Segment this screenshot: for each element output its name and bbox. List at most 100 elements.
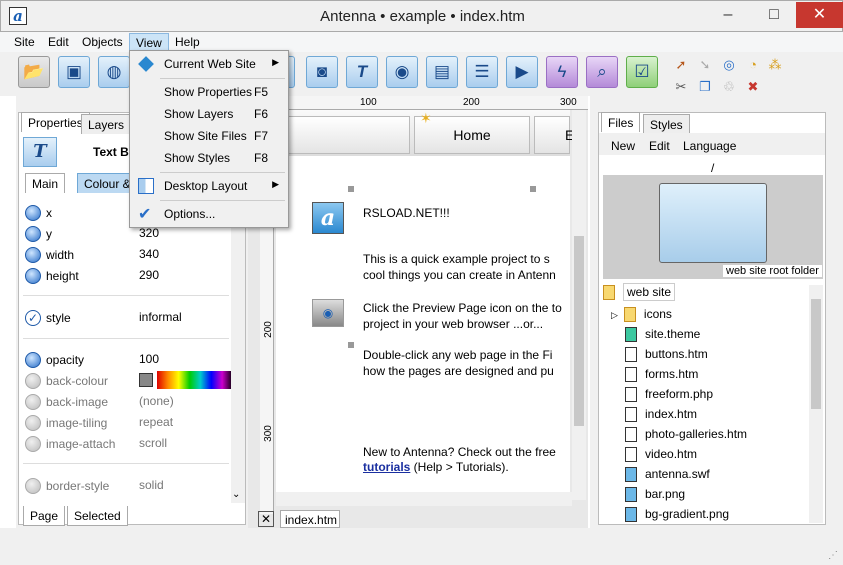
file-name: antenna.swf [645, 467, 710, 481]
tab-files[interactable]: Files [601, 112, 641, 132]
menu-edit[interactable]: Edit [42, 33, 75, 52]
scroll-thumb[interactable] [574, 236, 584, 426]
preview-magnifier-icon[interactable]: ⌕ [586, 56, 618, 88]
files-new[interactable]: New [611, 139, 635, 153]
menu-separator [160, 172, 285, 173]
menu-objects[interactable]: Objects [76, 33, 129, 52]
selection-handle[interactable] [530, 186, 536, 192]
list-item[interactable]: video.htm [625, 447, 697, 467]
tutorials-link[interactable]: tutorials [363, 460, 410, 474]
cut-icon[interactable]: ✂ [672, 78, 690, 96]
publish-globe-icon[interactable]: ◍ [98, 56, 130, 88]
insert-video-icon[interactable]: ▶ [506, 56, 538, 88]
globe-icon [138, 56, 154, 72]
copy-icon[interactable]: ❐ [696, 78, 714, 96]
colour-swatch[interactable] [139, 373, 153, 387]
tab-layers[interactable]: Layers [81, 114, 132, 134]
subtab-main[interactable]: Main [25, 173, 66, 193]
list-item[interactable]: antenna.swf [625, 467, 710, 487]
arrange-up-icon[interactable]: ➚ [672, 56, 690, 74]
file-name: photo-galleries.htm [645, 427, 748, 441]
menu-site[interactable]: Site [8, 33, 41, 52]
menu-item-show-properties[interactable]: Show Properties F5 [132, 81, 287, 103]
align-icon[interactable]: ◔ [744, 56, 762, 74]
close-button[interactable]: ✕ [796, 2, 843, 28]
tree-root-label: web site [623, 283, 676, 301]
list-item[interactable]: site.theme [625, 327, 700, 347]
prop-image-tiling[interactable]: image-tiling repeat [23, 412, 229, 433]
file-name: forms.htm [645, 367, 699, 381]
prop-width[interactable]: width 340 [23, 244, 229, 265]
properties-scrollbar[interactable] [231, 223, 245, 503]
maximize-button[interactable]: □ [751, 2, 797, 28]
canvas-v-scrollbar[interactable] [572, 110, 586, 500]
close-doc-icon[interactable]: ✕ [258, 511, 274, 527]
menu-item-options[interactable]: ✔ Options... [132, 203, 287, 225]
open-folder-icon[interactable]: 📂 [18, 56, 50, 88]
group-icon[interactable]: ◎ [720, 56, 738, 74]
prop-image-attach[interactable]: image-attach scroll [23, 433, 229, 454]
ruler-label: 300 [262, 425, 274, 442]
resize-grip-icon[interactable]: ⋰ [828, 550, 838, 561]
tab-styles[interactable]: Styles [643, 114, 690, 134]
minimize-button[interactable]: – [705, 2, 751, 28]
page-file-icon [625, 447, 637, 463]
tab-selected[interactable]: Selected [67, 506, 128, 526]
text-box-icon: T [23, 137, 57, 167]
folder-caption: web site root folder [723, 265, 822, 277]
insert-menu-icon[interactable]: ☰ [466, 56, 498, 88]
chevron-down-icon[interactable]: ⌄ [232, 489, 240, 500]
tab-page[interactable]: Page [23, 506, 66, 526]
files-toolbar: New Edit Language [599, 133, 825, 155]
distribute-icon[interactable]: ⁂ [766, 56, 784, 74]
files-scrollbar[interactable] [809, 285, 823, 523]
selection-handle[interactable] [348, 342, 354, 348]
tree-root[interactable]: web site [603, 283, 809, 305]
insert-image-icon[interactable]: ◙ [306, 56, 338, 88]
list-item[interactable]: photo-galleries.htm [625, 427, 747, 447]
menu-item-current-web-site[interactable]: Current Web Site ▶ [132, 53, 287, 75]
list-item[interactable]: ▷ icons [611, 307, 672, 327]
prop-style[interactable]: ✓ style informal [23, 307, 229, 328]
prop-opacity[interactable]: opacity 100 [23, 349, 229, 370]
list-item[interactable]: bar.png [625, 487, 685, 507]
file-name: buttons.htm [645, 347, 708, 361]
colour-palette[interactable] [157, 371, 233, 389]
nav-button-next[interactable]: E [534, 116, 574, 154]
canvas-h-scrollbar[interactable] [276, 492, 572, 506]
page-file-icon [625, 387, 637, 403]
layout-icon [138, 178, 154, 194]
insert-flash-icon[interactable]: ϟ [546, 56, 578, 88]
menu-item-desktop-layout[interactable]: Desktop Layout ▶ [132, 175, 287, 197]
menu-item-show-site-files[interactable]: Show Site Files F7 [132, 125, 287, 147]
image-file-icon [625, 507, 637, 523]
insert-form-icon[interactable]: ☑ [626, 56, 658, 88]
insert-gallery-icon[interactable]: ▤ [426, 56, 458, 88]
files-language[interactable]: Language [683, 139, 736, 153]
prop-back-colour[interactable]: back-colour [23, 371, 233, 391]
page-text: tutorials (Help > Tutorials). [363, 460, 509, 474]
insert-text-icon[interactable]: T [346, 56, 378, 88]
folder-icon [603, 285, 615, 301]
list-item[interactable]: forms.htm [625, 367, 698, 387]
delete-icon[interactable]: ✖ [744, 78, 762, 96]
nav-button-left[interactable] [276, 116, 410, 154]
list-item[interactable]: buttons.htm [625, 347, 708, 367]
paste-icon[interactable]: ♲ [720, 78, 738, 96]
doc-tab-index[interactable]: index.htm [280, 510, 340, 528]
list-item[interactable]: index.htm [625, 407, 697, 427]
save-icon[interactable]: ▣ [58, 56, 90, 88]
files-edit[interactable]: Edit [649, 139, 670, 153]
tab-properties[interactable]: Properties [21, 112, 90, 132]
arrange-down-icon[interactable]: ➘ [696, 56, 714, 74]
menu-item-show-styles[interactable]: Show Styles F8 [132, 147, 287, 169]
prop-border-style[interactable]: border-style solid [23, 475, 229, 496]
list-item[interactable]: freeform.php [625, 387, 713, 407]
scroll-thumb[interactable] [811, 299, 821, 409]
prop-height[interactable]: height 290 [23, 265, 229, 286]
insert-button-icon[interactable]: ◉ [386, 56, 418, 88]
prop-back-image[interactable]: back-image (none) [23, 391, 229, 412]
menu-item-show-layers[interactable]: Show Layers F6 [132, 103, 287, 125]
list-item[interactable]: bg-gradient.png [625, 507, 729, 527]
selection-handle[interactable] [348, 186, 354, 192]
